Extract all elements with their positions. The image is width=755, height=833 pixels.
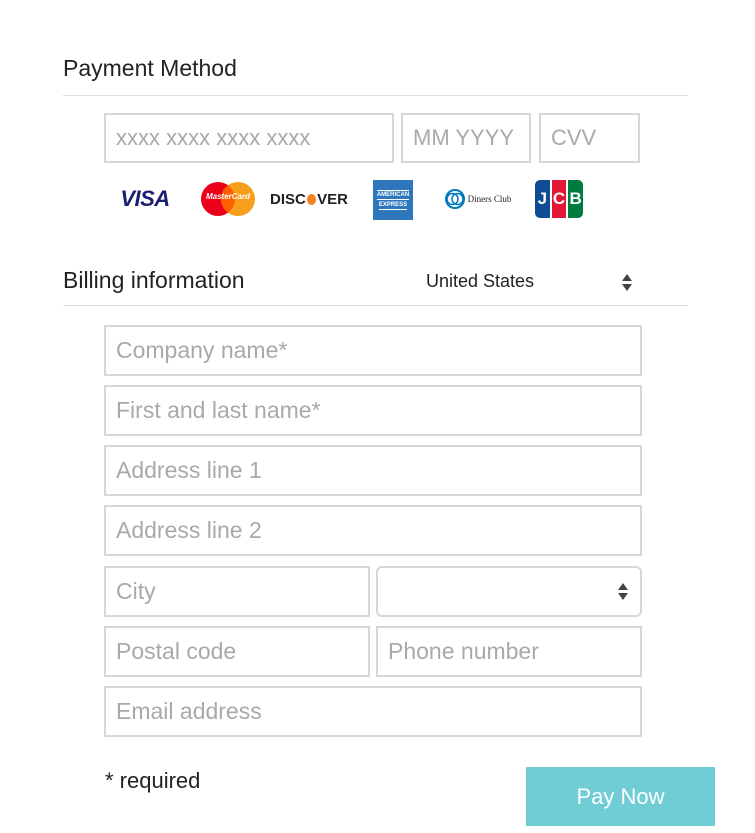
payment-method-title: Payment Method — [63, 55, 237, 81]
jcb-logo: J C B — [535, 180, 584, 218]
amex-logo: AMERICAN EXPRESS — [373, 180, 413, 220]
amex-logo-text-a: AMERICAN — [376, 190, 410, 200]
postal-code-field[interactable] — [104, 626, 370, 677]
payment-divider — [63, 95, 688, 96]
mastercard-logo-text: MasterCard — [205, 192, 250, 201]
billing-divider — [63, 305, 688, 306]
city-input[interactable] — [116, 578, 358, 605]
email-address-input[interactable] — [116, 698, 630, 725]
jcb-c-panel: C — [551, 180, 567, 218]
jcb-b-panel: B — [568, 180, 584, 218]
required-note: * required — [105, 768, 201, 793]
city-field[interactable] — [104, 566, 370, 617]
postal-code-input[interactable] — [116, 638, 358, 665]
state-select-arrows-icon — [618, 583, 628, 600]
address-line-2-input[interactable] — [116, 517, 630, 544]
expiry-field[interactable] — [401, 113, 531, 163]
discover-dot-icon — [306, 193, 317, 205]
phone-number-input[interactable] — [388, 638, 630, 665]
email-address-field[interactable] — [104, 686, 642, 737]
country-select-arrows-icon — [622, 274, 632, 291]
cvv-input[interactable] — [551, 125, 628, 151]
jcb-b-letter: B — [569, 189, 582, 208]
discover-logo-text-a: DISC — [270, 190, 306, 208]
address-line-1-input[interactable] — [116, 457, 630, 484]
diners-club-icon — [444, 189, 465, 209]
full-name-field[interactable] — [104, 385, 642, 436]
jcb-j-letter: J — [537, 189, 548, 208]
full-name-input[interactable] — [116, 397, 630, 424]
company-name-field[interactable] — [104, 325, 642, 376]
visa-logo-text: VISA — [120, 186, 170, 211]
discover-logo: DISC VER — [270, 185, 348, 213]
visa-logo: VISA — [112, 182, 178, 216]
diners-club-text: Diners Club — [467, 194, 512, 204]
address-line-2-field[interactable] — [104, 505, 642, 556]
country-select-value: United States — [426, 270, 535, 291]
card-number-field[interactable] — [104, 113, 394, 163]
address-line-1-field[interactable] — [104, 445, 642, 496]
card-number-input[interactable] — [116, 125, 382, 151]
amex-logo-text-b: EXPRESS — [378, 202, 408, 210]
diners-club-logo: Diners Club — [442, 188, 514, 210]
billing-information-title: Billing information — [63, 267, 245, 293]
pay-now-button[interactable]: Pay Now — [526, 767, 715, 826]
discover-logo-text-b: VER — [317, 190, 348, 208]
expiry-input[interactable] — [413, 125, 519, 151]
cvv-field[interactable] — [539, 113, 640, 163]
state-select[interactable] — [376, 566, 642, 617]
mastercard-logo: MasterCard — [200, 181, 256, 217]
jcb-c-letter: C — [552, 189, 566, 208]
phone-number-field[interactable] — [376, 626, 642, 677]
company-name-input[interactable] — [116, 337, 630, 364]
country-select[interactable]: United States — [426, 266, 638, 296]
jcb-j-panel: J — [535, 180, 550, 218]
